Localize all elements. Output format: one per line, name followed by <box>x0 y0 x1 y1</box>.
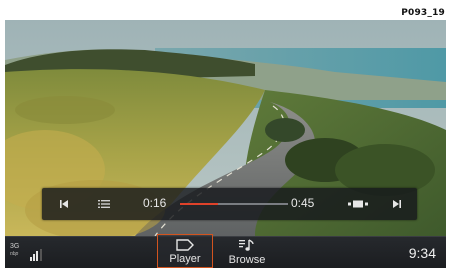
bottom-bar: 3G nbp Player Browse 9:34 <box>5 234 446 268</box>
clock: 9:34 <box>408 245 436 261</box>
skip-previous-button[interactable] <box>54 188 74 220</box>
player-icon <box>176 239 194 251</box>
skip-next-button[interactable] <box>387 188 407 220</box>
signal-bar <box>33 254 36 261</box>
tab-browse-label: Browse <box>228 254 266 266</box>
display-mode-icon <box>348 200 368 208</box>
signal-strength-icon <box>30 249 44 261</box>
signal-bar <box>36 251 39 261</box>
infotainment-screen: 0:16 0:45 3G nbp Player Browse 9:34 <box>5 20 446 268</box>
signal-bar <box>39 249 42 261</box>
network-type: 3G <box>10 243 20 250</box>
elapsed-time: 0:16 <box>143 196 167 210</box>
figure-code: P093_19 <box>401 8 445 18</box>
tab-player[interactable]: Player <box>157 234 213 268</box>
signal-bar <box>30 257 32 261</box>
skip-previous-icon <box>60 200 68 208</box>
skip-next-icon <box>393 200 401 208</box>
tab-player-label: Player <box>169 253 201 265</box>
display-mode-button[interactable] <box>345 188 371 220</box>
progress-slider[interactable] <box>180 203 288 205</box>
media-controls-bar: 0:16 0:45 <box>42 188 417 220</box>
total-time: 0:45 <box>291 196 315 210</box>
playlist-button[interactable] <box>94 188 114 220</box>
music-note-icon <box>239 239 254 251</box>
progress-fill <box>180 203 219 205</box>
tab-browse[interactable]: Browse <box>219 234 275 268</box>
network-sub: nbp <box>10 251 19 257</box>
playlist-icon <box>98 200 110 208</box>
network-status: 3G nbp <box>10 243 44 265</box>
